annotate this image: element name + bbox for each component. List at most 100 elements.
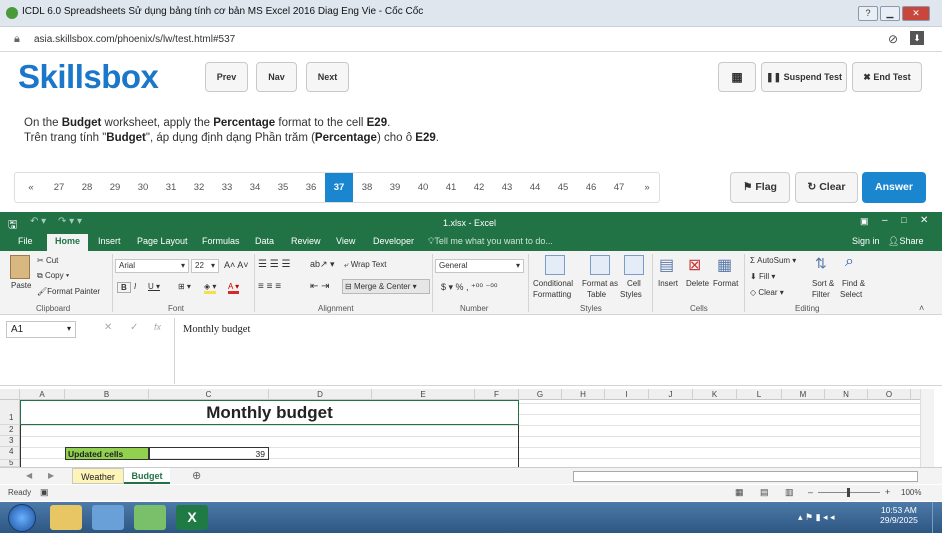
ribbon-display-icon[interactable]: ▣ (860, 216, 869, 227)
left-align-icon[interactable]: ≡ ≡ ≡ (258, 281, 281, 292)
collapse-ribbon-icon[interactable]: ˄ (919, 303, 924, 313)
indent-icon[interactable]: ⇤ ⇥ (310, 281, 330, 292)
tab-insert[interactable]: Insert (98, 236, 121, 246)
tab-file[interactable]: File (18, 236, 33, 246)
sort-filter-icon[interactable]: ⇅ (815, 255, 827, 272)
prev-sheet-icon[interactable]: ◀ (26, 471, 32, 480)
col-header-e[interactable]: E (372, 389, 475, 400)
border-icon[interactable]: ⊞ ▾ (178, 282, 191, 291)
prev-button[interactable]: Prev (205, 62, 248, 92)
paste-button[interactable]: Paste (11, 281, 31, 290)
page-27[interactable]: 27 (45, 173, 73, 202)
vertical-scrollbar[interactable] (920, 389, 934, 467)
clock[interactable]: 10:53 AM 29/9/2025 (880, 505, 918, 525)
row-header-1[interactable]: 1 (0, 400, 20, 425)
download-icon[interactable]: ⬇ (910, 31, 924, 45)
top-align-icon[interactable]: ☰ ☰ ☰ (258, 259, 290, 270)
conditional-formatting-button[interactable]: Conditional (533, 279, 573, 288)
merge-center-button[interactable]: ⊟ Merge & Center ▾ (342, 279, 430, 294)
find-select-button[interactable]: Find & (842, 279, 865, 288)
normal-view-icon[interactable]: ▦ (735, 487, 744, 498)
page-38[interactable]: 38 (353, 173, 381, 202)
col-header-i[interactable]: I (605, 389, 649, 400)
autosum-button[interactable]: Σ AutoSum ▾ (750, 256, 796, 265)
format-as-table-icon[interactable] (590, 255, 610, 275)
flag-button[interactable]: ⚑ Flag (730, 172, 790, 203)
find-select-icon[interactable]: ⌕ (845, 253, 854, 271)
select-all-corner[interactable] (0, 389, 20, 400)
page-45[interactable]: 45 (549, 173, 577, 202)
col-header-m[interactable]: M (782, 389, 825, 400)
end-test-button[interactable]: ✖ End Test (852, 62, 922, 92)
horizontal-scrollbar[interactable] (573, 471, 918, 482)
page-42[interactable]: 42 (465, 173, 493, 202)
wrap-text-button[interactable]: ⤶ Wrap Text (344, 260, 386, 270)
delete-cells-icon[interactable]: ⊠ (688, 255, 701, 275)
redo-icon[interactable]: ↷ ▾ ▾ (58, 216, 82, 227)
macro-record-icon[interactable]: ▣ (40, 487, 49, 498)
row-header-4[interactable]: 4 (0, 447, 20, 460)
next-button[interactable]: Next (306, 62, 349, 92)
col-header-l[interactable]: L (737, 389, 782, 400)
format-as-table-button[interactable]: Format as (582, 279, 618, 288)
page-40[interactable]: 40 (409, 173, 437, 202)
suspend-test-button[interactable]: ❚❚ Suspend Test (761, 62, 847, 92)
copy-button[interactable]: ⧉ Copy ▾ (37, 271, 69, 281)
next-sheet-icon[interactable]: ▶ (48, 471, 54, 480)
clear-format-button[interactable]: ◇ Clear ▾ (750, 288, 784, 297)
nav-button[interactable]: Nav (256, 62, 297, 92)
page-37-current[interactable]: 37 (325, 173, 353, 202)
cell-styles-button[interactable]: Cell (627, 279, 641, 288)
col-header-c[interactable]: C (149, 389, 269, 400)
undo-icon[interactable]: ↶ ▾ (30, 216, 46, 227)
page-44[interactable]: 44 (521, 173, 549, 202)
explorer-icon[interactable] (50, 505, 82, 530)
page-28[interactable]: 28 (73, 173, 101, 202)
formula-input[interactable]: Monthly budget (174, 318, 936, 384)
excel-taskbar-icon[interactable]: X (176, 505, 208, 530)
page-36[interactable]: 36 (297, 173, 325, 202)
enter-icon[interactable]: ✓ (130, 322, 138, 333)
col-header-j[interactable]: J (649, 389, 693, 400)
paste-icon[interactable] (10, 255, 30, 279)
page-31[interactable]: 31 (157, 173, 185, 202)
page-47[interactable]: 47 (605, 173, 633, 202)
clear-button[interactable]: ↻ Clear (795, 172, 858, 203)
zoom-out-icon[interactable]: – (808, 487, 813, 497)
row-header-2[interactable]: 2 (0, 425, 20, 436)
underline-button[interactable]: U ▾ (148, 282, 160, 291)
page-39[interactable]: 39 (381, 173, 409, 202)
col-header-d[interactable]: D (269, 389, 372, 400)
page-30[interactable]: 30 (129, 173, 157, 202)
new-sheet-icon[interactable]: ⊕ (192, 469, 201, 482)
zoom-level[interactable]: 100% (901, 488, 921, 497)
page-41[interactable]: 41 (437, 173, 465, 202)
currency-icon[interactable]: $ ▾ % , ⁺⁰⁰ ⁻⁰⁰ (441, 282, 497, 293)
tab-home[interactable]: Home (47, 234, 89, 251)
page-32[interactable]: 32 (185, 173, 213, 202)
page-break-view-icon[interactable]: ▥ (785, 487, 794, 498)
col-header-f[interactable]: F (475, 389, 519, 400)
address-bar[interactable]: 🔒︎ asia.skillsbox.com/phoenix/s/lw/test.… (0, 28, 942, 52)
excel-minimize-icon[interactable]: – (882, 215, 888, 226)
fill-button[interactable]: ⬇ Fill ▾ (750, 272, 775, 281)
font-size-dropdown[interactable]: 22 ▾ (191, 259, 219, 273)
col-header-b[interactable]: B (65, 389, 149, 400)
delete-cells-button[interactable]: Delete (686, 279, 709, 288)
show-desktop-button[interactable] (932, 502, 942, 533)
calculator-button[interactable]: ▦ (718, 62, 756, 92)
excel-close-icon[interactable]: ✕ (920, 215, 928, 226)
col-header-n[interactable]: N (825, 389, 868, 400)
font-name-dropdown[interactable]: Arial ▾ (115, 259, 189, 273)
insert-cells-button[interactable]: Insert (658, 279, 678, 288)
tab-formulas[interactable]: Formulas (202, 236, 240, 246)
orientation-icon[interactable]: ab↗ ▾ (310, 259, 335, 270)
sheet-tab-budget[interactable]: Budget (124, 468, 170, 484)
col-header-g[interactable]: G (519, 389, 562, 400)
zoom-in-icon[interactable]: + (885, 487, 890, 497)
tell-me-search[interactable]: 💡︎Tell me what you want to do... (428, 236, 553, 247)
page-29[interactable]: 29 (101, 173, 129, 202)
format-painter-button[interactable]: 🖌︎Format Painter (37, 287, 100, 296)
col-header-a[interactable]: A (20, 389, 65, 400)
row-header-3[interactable]: 3 (0, 436, 20, 447)
